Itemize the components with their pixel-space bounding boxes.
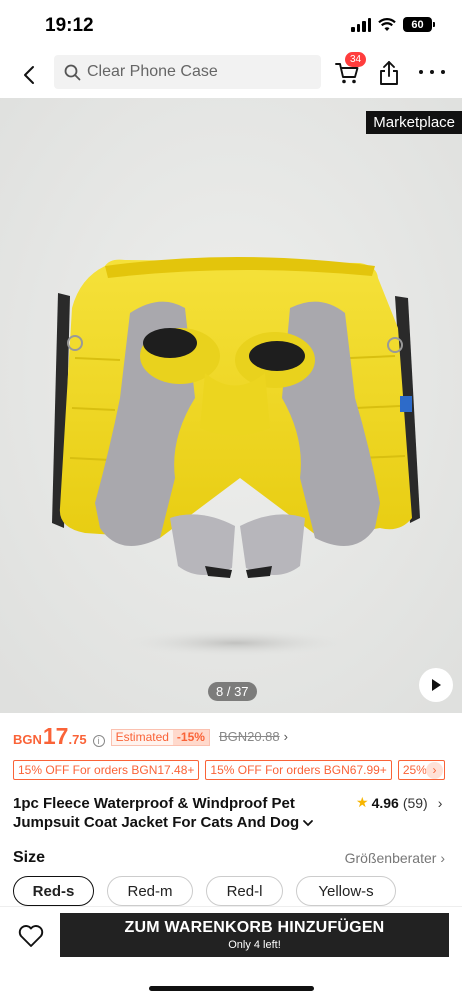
product-title[interactable]: 1pc Fleece Waterproof & Windproof Pet Ju… <box>13 794 323 832</box>
chevron-right-icon[interactable]: › <box>284 729 288 744</box>
top-nav: Clear Phone Case 34 <box>0 50 462 98</box>
product-title-line2: Jumpsuit Coat Jacket For Cats And Dog <box>13 814 300 831</box>
size-guide-label: Größenberater <box>344 850 437 866</box>
size-option-yellow-s[interactable]: Yellow-s <box>296 876 396 906</box>
price-currency: BGN <box>13 732 42 747</box>
battery-icon: 60 <box>403 17 435 32</box>
info-icon[interactable]: i <box>92 735 105 747</box>
coupon-row: 15% OFF For orders BGN17.48+ 15% OFF For… <box>13 760 462 780</box>
size-option-red-m[interactable]: Red-m <box>107 876 193 906</box>
star-icon: ★ <box>356 794 369 810</box>
wifi-icon <box>378 17 396 31</box>
product-image-gallery[interactable]: Marketplace 8 / 37 <box>0 98 462 713</box>
product-title-line1: 1pc Fleece Waterproof & Windproof Pet <box>13 795 295 812</box>
home-indicator <box>149 986 314 991</box>
coupon-item[interactable]: 15% OFF For orders BGN17.48+ <box>13 760 200 780</box>
size-guide-link[interactable]: Größenberater › <box>345 850 445 866</box>
discount-percent: -15% <box>172 729 209 745</box>
play-icon <box>432 679 441 691</box>
estimated-label: Estimated <box>115 730 169 744</box>
cart-count-badge: 34 <box>345 52 366 67</box>
search-icon <box>64 64 81 80</box>
play-video-button[interactable] <box>419 668 453 702</box>
original-price[interactable]: BGN20.88 <box>219 729 280 744</box>
size-options: Red-s Red-m Red-l Yellow-s <box>13 876 396 906</box>
status-bar: 19:12 60 <box>0 0 462 50</box>
estimated-price-tag: Estimated -15% <box>110 728 210 746</box>
heart-icon <box>18 925 44 947</box>
stock-note: Only 4 left! <box>228 939 281 951</box>
add-to-cart-button[interactable]: ZUM WARENKORB HINZUFÜGEN Only 4 left! <box>60 913 449 957</box>
marketplace-tag: Marketplace <box>366 111 462 134</box>
size-option-red-l[interactable]: Red-l <box>206 876 283 906</box>
share-button[interactable] <box>376 59 402 87</box>
signal-icon <box>351 17 371 32</box>
add-to-cart-label: ZUM WARENKORB HINZUFÜGEN <box>124 919 385 936</box>
chevron-right-icon: › <box>440 850 445 866</box>
chevron-left-icon <box>24 66 34 84</box>
search-input[interactable]: Clear Phone Case <box>54 55 321 89</box>
coupon-item[interactable]: 15% OFF For orders BGN67.99+ <box>205 760 392 780</box>
status-icons: 60 <box>351 17 435 32</box>
wishlist-button[interactable] <box>17 923 45 949</box>
rating-score: 4.96 <box>371 794 399 811</box>
product-image <box>0 98 462 713</box>
size-option-red-s[interactable]: Red-s <box>13 876 94 906</box>
share-icon <box>380 61 398 85</box>
price-row: BGN 17 .75 i Estimated -15% BGN20.88 › <box>13 723 453 751</box>
chevron-down-icon[interactable] <box>302 819 314 827</box>
dot-icon <box>419 70 423 74</box>
coupon-expand-icon[interactable]: › <box>426 762 443 779</box>
image-page-indicator: 8 / 37 <box>208 682 257 701</box>
price-main: 17 <box>42 723 69 749</box>
back-button[interactable] <box>14 60 44 90</box>
search-placeholder: Clear Phone Case <box>87 63 218 80</box>
dot-icon <box>441 70 445 74</box>
bottom-action-bar: ZUM WARENKORB HINZUFÜGEN Only 4 left! <box>0 906 462 999</box>
product-title-line2-row: Jumpsuit Coat Jacket For Cats And Dog <box>13 813 323 832</box>
size-label: Size <box>13 849 46 866</box>
dot-icon <box>430 70 434 74</box>
rating-summary[interactable]: ★ 4.96 (59) › <box>356 794 442 811</box>
review-count: (59) <box>402 794 428 811</box>
status-time: 19:12 <box>45 15 94 36</box>
price-cents: .75 <box>68 732 87 747</box>
chevron-right-icon: › <box>437 794 443 811</box>
more-options-button[interactable] <box>419 62 445 82</box>
